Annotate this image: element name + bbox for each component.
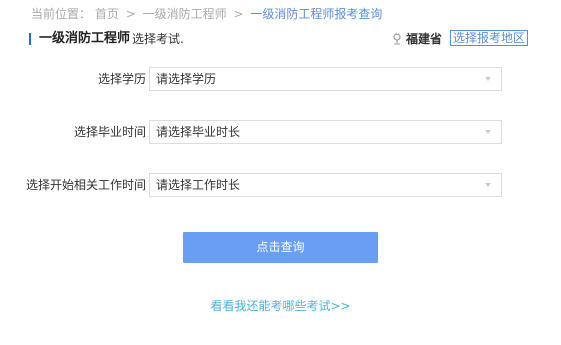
breadcrumb-current[interactable]: 一级消防工程师报考查询	[250, 7, 382, 21]
breadcrumb-home[interactable]: 首页	[95, 7, 119, 21]
breadcrumb-prefix: 当前位置：	[31, 7, 92, 21]
page-title: 一级消防工程师	[39, 31, 131, 46]
education-row: 选择学历 请选择学历	[0, 67, 561, 91]
work-start-label: 选择开始相关工作时间	[25, 178, 146, 192]
chevron-down-icon	[485, 77, 491, 81]
graduation-select[interactable]: 请选择毕业时长	[149, 120, 502, 144]
chevron-down-icon	[485, 183, 491, 187]
graduation-label: 选择毕业时间	[73, 125, 146, 139]
breadcrumb: 当前位置： 首页 > 一级消防工程师 > 一级消防工程师报考查询	[31, 6, 382, 22]
graduation-row: 选择毕业时间 请选择毕业时长	[0, 120, 561, 144]
work-start-row: 选择开始相关工作时间 请选择工作时长	[0, 173, 561, 197]
more-exams-link[interactable]: 看看我还能考哪些考试>>	[0, 298, 561, 314]
education-label: 选择学历	[97, 72, 146, 86]
work-start-select-value: 请选择工作时长	[156, 178, 241, 192]
education-select[interactable]: 请选择学历	[149, 67, 502, 91]
header-bar: 一级消防工程师 选择考试. 福建省 选择报考地区	[29, 30, 533, 48]
breadcrumb-exam[interactable]: 一级消防工程师	[143, 7, 227, 21]
education-select-value: 请选择学历	[156, 72, 217, 86]
select-region-button[interactable]: 选择报考地区	[450, 30, 529, 46]
chevron-down-icon	[485, 130, 491, 134]
graduation-select-value: 请选择毕业时长	[156, 125, 241, 139]
query-button[interactable]: 点击查询	[183, 232, 378, 263]
page-subtitle: 选择考试.	[132, 32, 184, 46]
work-start-select[interactable]: 请选择工作时长	[149, 173, 502, 197]
breadcrumb-separator: >	[233, 7, 244, 21]
location-pin-icon	[393, 33, 401, 45]
current-province: 福建省	[406, 32, 443, 46]
title-accent-bar	[29, 33, 31, 45]
breadcrumb-separator: >	[125, 7, 136, 21]
